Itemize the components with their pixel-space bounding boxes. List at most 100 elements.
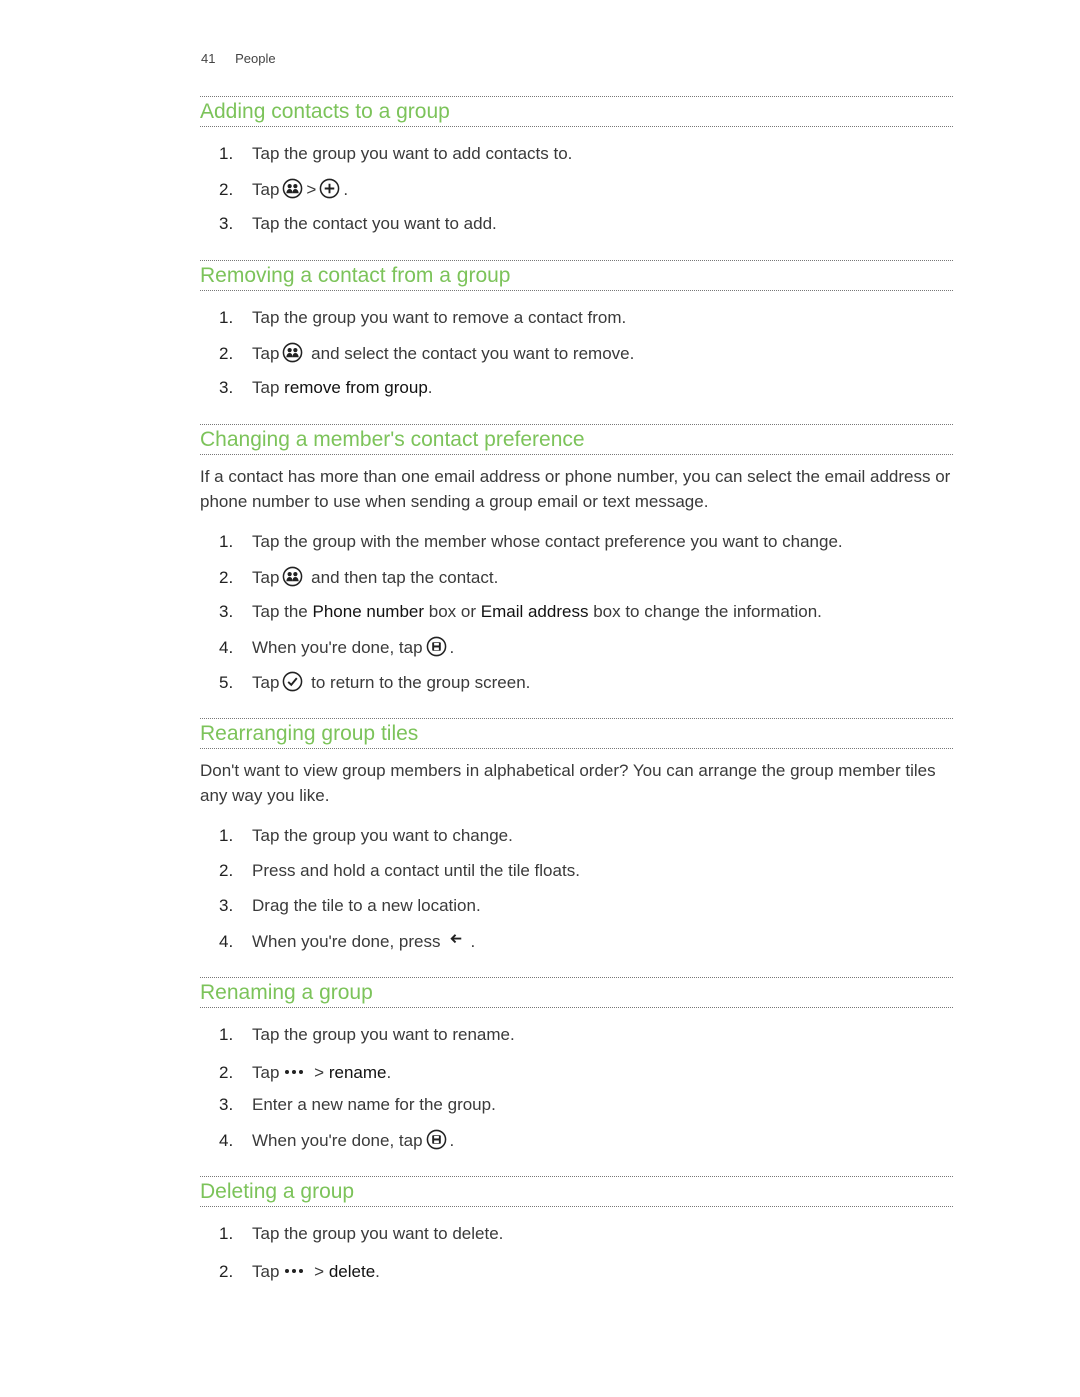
step-text: Tap the group you want to delete. <box>252 1224 504 1243</box>
list-item: 5. Tap to return to the group screen. <box>219 671 530 694</box>
step-text: and then tap the contact. <box>311 568 499 587</box>
page-header: 41 People <box>201 51 276 66</box>
step-text: Tap the group with the member whose cont… <box>252 532 843 551</box>
section-intro: If a contact has more than one email add… <box>200 467 951 511</box>
list-item: 2. Tap > rename. <box>219 1059 391 1084</box>
step-number: 4. <box>219 638 234 657</box>
step-text: Enter a new name for the group. <box>252 1095 496 1114</box>
step-text: . <box>470 932 476 951</box>
section-title: Rearranging group tiles <box>200 718 953 749</box>
save-icon <box>426 1129 447 1150</box>
list-item: 3. Tap the Phone number box or Email addr… <box>219 601 822 623</box>
step-text: Press and hold a contact until the tile … <box>252 861 580 880</box>
page-number: 41 <box>201 51 216 66</box>
step-text: > <box>314 1262 325 1281</box>
list-item: 3. Enter a new name for the group. <box>219 1094 496 1116</box>
step-text: When you're done, press <box>252 932 441 951</box>
step-number: 1. <box>219 308 234 327</box>
group-icon <box>282 342 303 363</box>
ui-term: Phone number <box>312 602 425 621</box>
step-text: When you're done, tap <box>252 638 423 657</box>
step-number: 1. <box>219 826 234 845</box>
section-title: Changing a member's contact preference <box>200 424 953 455</box>
step-number: 3. <box>219 896 234 915</box>
step-text: . <box>343 180 349 199</box>
list-item: 1. Tap the group you want to remove a con… <box>219 307 626 329</box>
ui-term: delete <box>328 1262 376 1281</box>
step-text: . <box>375 1262 380 1281</box>
chapter-name: People <box>235 51 276 66</box>
section-title: Deleting a group <box>200 1176 953 1207</box>
ui-term: remove from group <box>284 378 428 397</box>
step-text: Tap <box>252 378 280 397</box>
step-text: Tap the <box>252 602 308 621</box>
list-item: 3. Tap the contact you want to add. <box>219 213 497 235</box>
group-icon <box>282 566 303 587</box>
step-number: 2. <box>219 180 234 199</box>
step-text: box to change the information. <box>593 602 822 621</box>
list-item: 1. Tap the group you want to rename. <box>219 1024 515 1046</box>
list-item: 4. When you're done, press. <box>219 930 475 953</box>
check-icon <box>282 671 303 692</box>
list-item: 1. Tap the group you want to add contacts… <box>219 143 572 165</box>
step-number: 1. <box>219 144 234 163</box>
step-number: 2. <box>219 1262 234 1281</box>
step-text: Tap <box>252 344 280 363</box>
step-number: 2. <box>219 861 234 880</box>
step-number: 2. <box>219 344 234 363</box>
step-text: Drag the tile to a new location. <box>252 896 481 915</box>
step-text: . <box>427 378 433 397</box>
step-text: > <box>306 180 317 199</box>
step-text: to return to the group screen. <box>311 673 531 692</box>
step-text: Tap <box>252 180 280 199</box>
list-item: 2. Tap > delete. <box>219 1258 380 1283</box>
list-item: 3. Drag the tile to a new location. <box>219 895 481 917</box>
list-item: 2. Press and hold a contact until the til… <box>219 860 580 882</box>
step-number: 1. <box>219 1224 234 1243</box>
step-number: 4. <box>219 1131 234 1150</box>
step-number: 3. <box>219 1095 234 1114</box>
section-intro: Don't want to view group members in alph… <box>200 761 936 805</box>
group-icon <box>282 178 303 199</box>
list-item: 2. Tap and select the contact you want to… <box>219 342 634 365</box>
plus-icon <box>319 178 340 199</box>
section-title: Renaming a group <box>200 977 953 1008</box>
step-text: . <box>449 638 455 657</box>
save-icon <box>426 636 447 657</box>
more-icon <box>283 1258 305 1280</box>
step-text: and select the contact you want to remov… <box>311 344 635 363</box>
list-item: 4. When you're done, tap. <box>219 1129 454 1152</box>
list-item: 1. Tap the group you want to change. <box>219 825 513 847</box>
step-text: box or <box>428 602 477 621</box>
ui-term: Email address <box>480 602 589 621</box>
list-item: 4. When you're done, tap. <box>219 636 454 659</box>
step-text: Tap <box>252 673 280 692</box>
back-arrow-icon <box>446 930 467 951</box>
section-title: Adding contacts to a group <box>200 96 953 127</box>
step-text: Tap <box>252 1262 280 1281</box>
step-number: 1. <box>219 1025 234 1044</box>
step-text: . <box>449 1131 455 1150</box>
section-title: Removing a contact from a group <box>200 260 953 291</box>
step-text: Tap the group you want to rename. <box>252 1025 515 1044</box>
list-item: 2. Tap and then tap the contact. <box>219 566 498 589</box>
step-number: 3. <box>219 214 234 233</box>
step-text: Tap the group you want to remove a conta… <box>252 308 627 327</box>
ui-term: rename <box>328 1063 387 1082</box>
step-text: Tap the contact you want to add. <box>252 214 497 233</box>
step-text: Tap the group you want to change. <box>252 826 513 845</box>
step-text: Tap <box>252 568 280 587</box>
step-text: Tap the group you want to add contacts t… <box>252 144 573 163</box>
step-number: 1. <box>219 532 234 551</box>
step-number: 3. <box>219 378 234 397</box>
step-number: 4. <box>219 932 234 951</box>
list-item: 1. Tap the group you want to delete. <box>219 1223 503 1245</box>
step-text: > <box>314 1063 325 1082</box>
list-item: 1. Tap the group with the member whose co… <box>219 531 843 553</box>
step-text: When you're done, tap <box>252 1131 423 1150</box>
step-text: Tap <box>252 1063 280 1082</box>
step-text: . <box>386 1063 392 1082</box>
list-item: 3. Tap remove from group. <box>219 377 433 399</box>
list-item: 2. Tap >. <box>219 178 348 201</box>
step-number: 5. <box>219 673 234 692</box>
